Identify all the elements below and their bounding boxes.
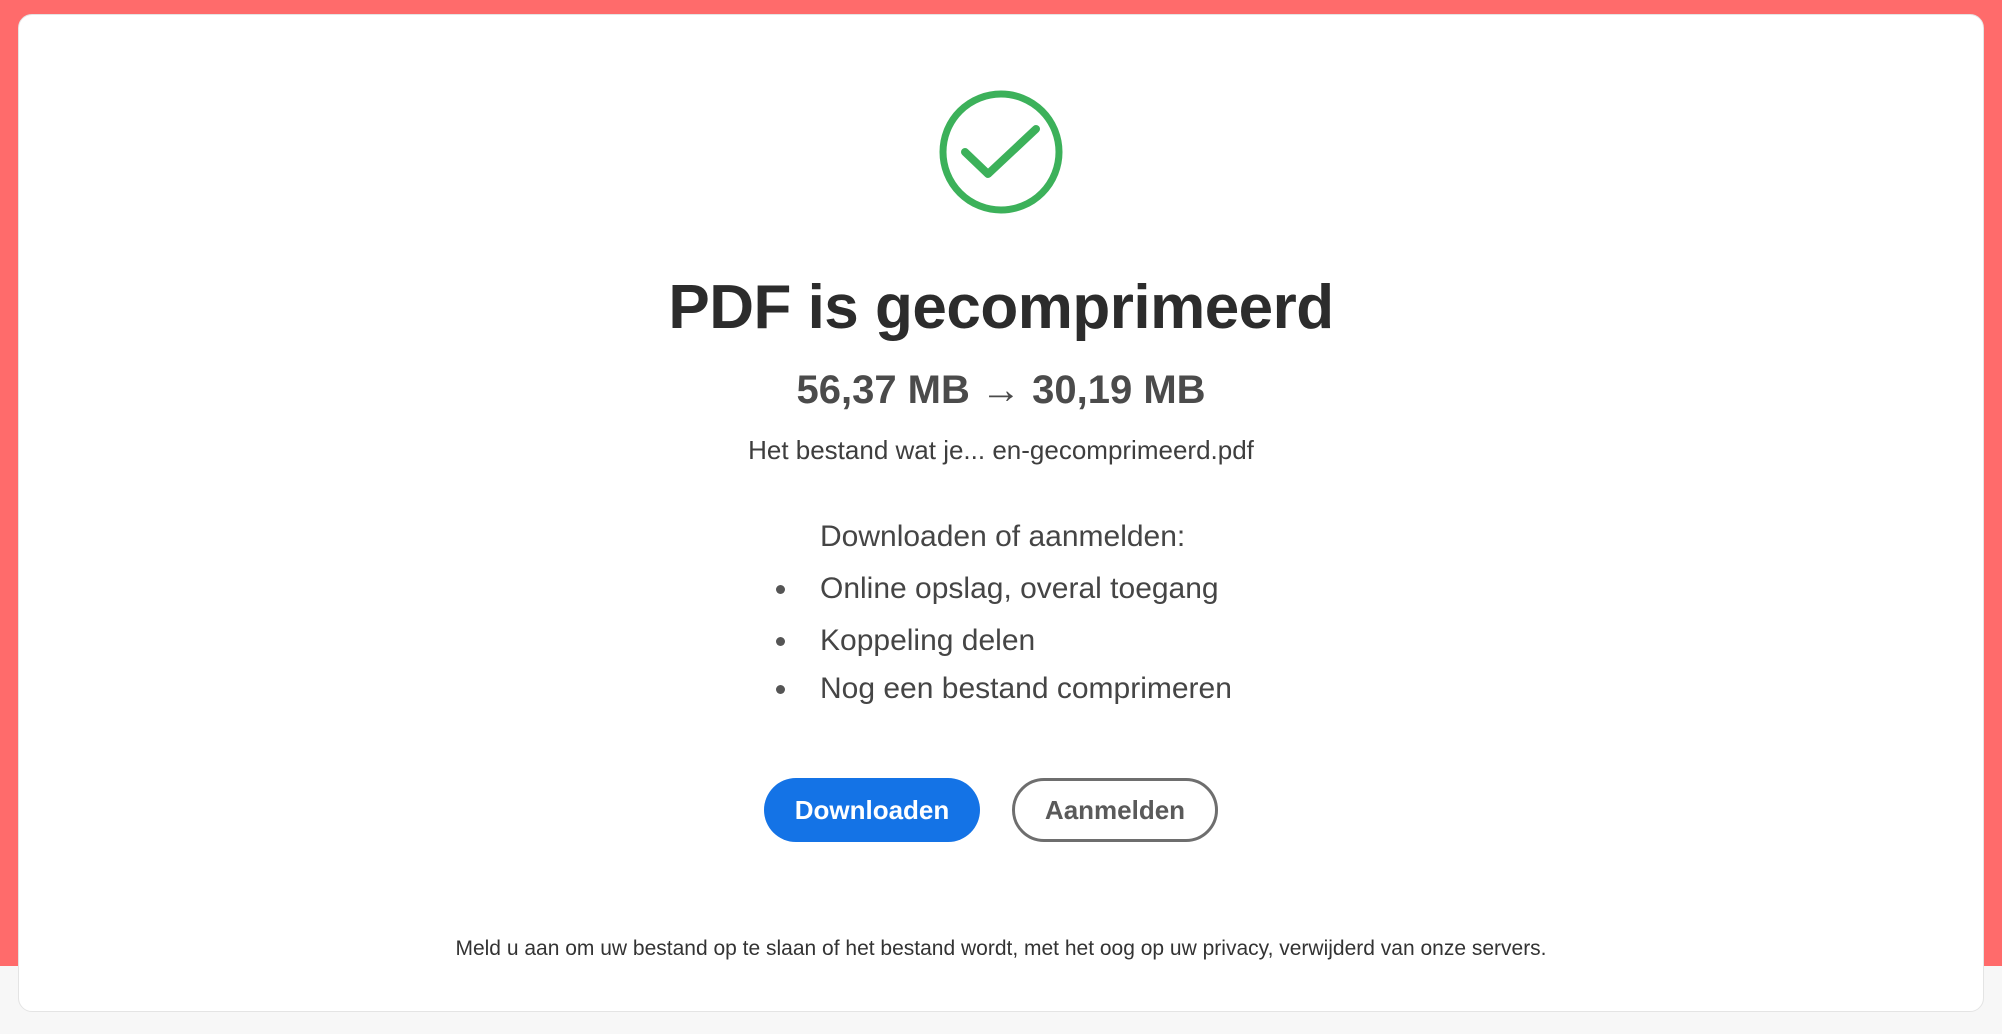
list-item: Nog een bestand comprimeren <box>770 666 1370 712</box>
list-item-label: Online opslag, overal toegang <box>820 572 1219 605</box>
file-name: Het bestand wat je... en-gecomprimeerd.p… <box>748 435 1254 465</box>
list-item: Online opslag, overal toegang <box>770 566 1370 612</box>
list-item-label: Koppeling delen <box>820 624 1036 657</box>
bullet-icon <box>776 637 785 646</box>
bullet-icon <box>776 585 785 594</box>
sign-in-button[interactable]: Aanmelden <box>1012 778 1218 842</box>
bullet-icon <box>776 685 785 694</box>
benefits-list: Online opslag, overal toegang Koppeling … <box>770 566 1370 712</box>
download-button[interactable]: Downloaden <box>764 778 980 842</box>
list-item: Koppeling delen <box>770 618 1370 664</box>
action-buttons: Downloaden Aanmelden <box>0 778 2002 842</box>
options-list: Downloaden of aanmelden: Online opslag, … <box>770 514 1370 718</box>
options-heading: Downloaden of aanmelden: <box>820 520 1186 553</box>
checkmark-circle-icon <box>939 90 1063 214</box>
page-title: PDF is gecomprimeerd <box>668 273 1334 342</box>
privacy-note: Meld u aan om uw bestand op te slaan of … <box>455 937 1547 960</box>
success-indicator <box>0 88 2002 216</box>
file-size-comparison: 56,37 MB → 30,19 MB <box>796 368 1206 412</box>
list-item-label: Nog een bestand comprimeren <box>820 672 1232 705</box>
